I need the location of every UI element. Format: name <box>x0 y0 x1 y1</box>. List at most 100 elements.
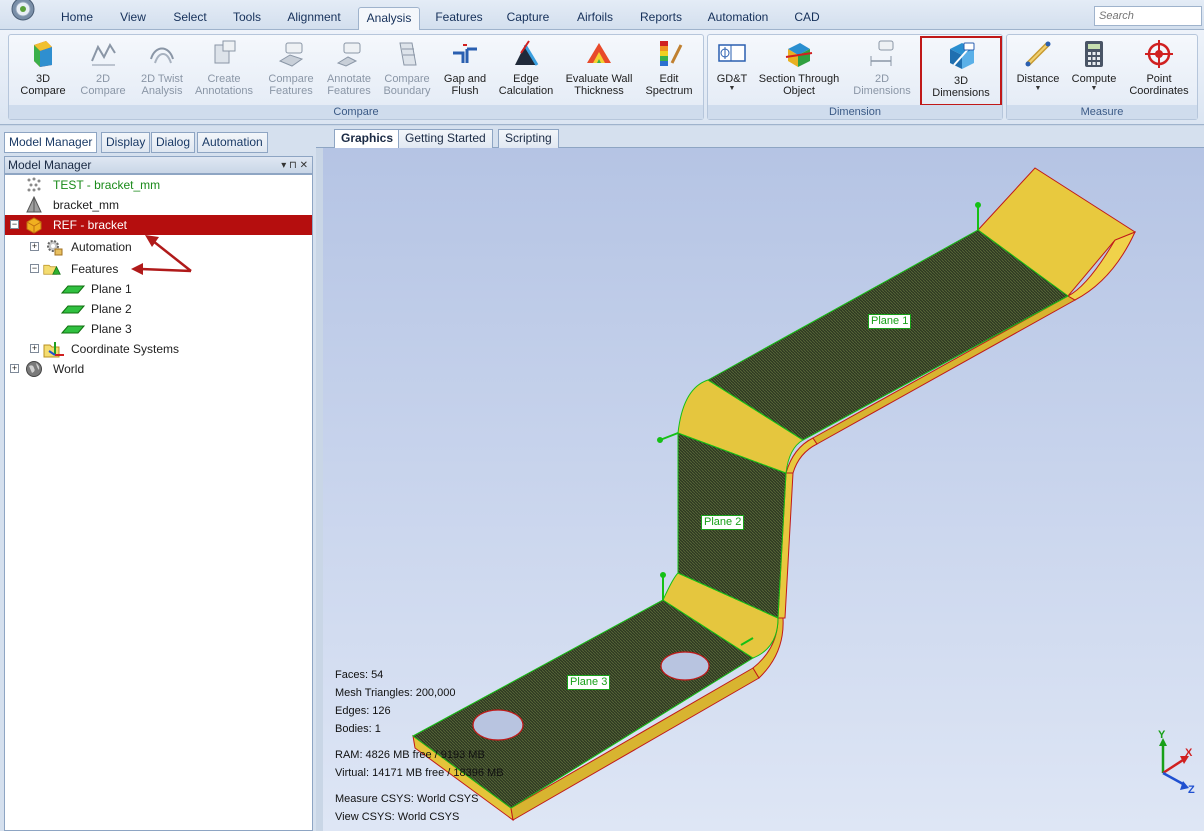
bodies-count: Bodies: 1 <box>335 723 381 735</box>
create-annotations-label: Create Annotations <box>194 73 254 97</box>
tab-view[interactable]: View <box>112 7 154 30</box>
tab-automation[interactable]: Automation <box>700 7 776 30</box>
tab-capture[interactable]: Capture <box>500 7 556 30</box>
virtual-memory-usage: Virtual: 14171 MB free / 18396 MB <box>335 767 504 779</box>
tab-graphics[interactable]: Graphics <box>334 129 401 148</box>
ribbon-tab-bar: Home View Select Tools Alignment Analysi… <box>0 0 1204 30</box>
model-statistics: Faces: 54 Mesh Triangles: 200,000 Edges:… <box>335 666 504 826</box>
plane-2-label: Plane 2 <box>701 515 745 530</box>
compare-boundary-button[interactable]: Compare Boundary <box>377 39 437 105</box>
evaluate-wall-thickness-label: Evaluate Wall Thickness <box>565 73 633 97</box>
app-menu-icon[interactable] <box>4 0 42 24</box>
tab-reports[interactable]: Reports <box>634 7 688 30</box>
tab-scripting[interactable]: Scripting <box>498 129 559 148</box>
panel-controls[interactable]: ▾ ⊓ ✕ <box>281 157 308 174</box>
tab-airfoils[interactable]: Airfoils <box>570 7 620 30</box>
mesh-triangles-count: Mesh Triangles: 200,000 <box>335 687 456 699</box>
edit-spectrum-label: Edit Spectrum <box>645 73 693 97</box>
2d-twist-button[interactable]: 2D Twist Analysis <box>131 39 193 105</box>
evaluate-wall-thickness-button[interactable]: Evaluate Wall Thickness <box>561 39 637 105</box>
annotate-features-icon <box>336 42 361 67</box>
compare-features-label: Compare Features <box>268 73 314 97</box>
edges-count: Edges: 126 <box>335 705 391 717</box>
compute-dropdown-icon[interactable]: ▼ <box>1065 85 1123 93</box>
tab-model-manager[interactable]: Model Manager <box>4 132 98 153</box>
measure-group: Distance ▼ Compute ▼ Point Coordinates M… <box>1006 34 1198 120</box>
compute-label: Compute <box>1071 73 1117 85</box>
gdt-dropdown-icon[interactable]: ▼ <box>710 85 754 93</box>
expand-icon[interactable]: + <box>10 364 19 373</box>
distance-dropdown-icon[interactable]: ▼ <box>1009 85 1067 93</box>
tab-cad[interactable]: CAD <box>788 7 826 30</box>
tab-dialog[interactable]: Dialog <box>151 132 196 153</box>
tab-tools[interactable]: Tools <box>226 7 268 30</box>
edge-calculation-button[interactable]: Edge Calculation <box>493 39 559 105</box>
gap-flush-label: Gap and Flush <box>443 73 487 97</box>
tab-automation-panel[interactable]: Automation <box>197 132 268 153</box>
compare-boundary-label: Compare Boundary <box>383 73 431 97</box>
graphics-viewport[interactable]: Plane 1 Plane 2 Plane 3 Y X Z Faces: 54 … <box>323 148 1204 831</box>
compute-button[interactable]: Compute ▼ <box>1065 39 1123 105</box>
plane-icon <box>61 305 85 314</box>
search-input[interactable] <box>1094 6 1202 26</box>
2d-dimensions-button[interactable]: 2D Dimensions <box>844 39 920 105</box>
wall-thickness-icon <box>587 43 611 63</box>
edge-calculation-icon <box>515 40 539 66</box>
expand-icon[interactable]: + <box>30 344 39 353</box>
tab-alignment[interactable]: Alignment <box>280 7 348 30</box>
annotate-features-button[interactable]: Annotate Features <box>321 39 377 105</box>
tree-item-world[interactable]: + World <box>5 359 312 379</box>
axis-y-label: Y <box>1158 729 1166 741</box>
3d-compare-button[interactable]: 3D Compare <box>11 39 75 105</box>
tree-label: World <box>53 362 85 376</box>
tab-analysis[interactable]: Analysis <box>358 7 420 30</box>
2d-compare-label: 2D Compare <box>80 73 126 97</box>
section-through-object-button[interactable]: Section Through Object <box>756 39 842 105</box>
plane-icon <box>61 325 85 334</box>
gap-flush-button[interactable]: Gap and Flush <box>437 39 493 105</box>
model-manager-title: Model Manager <box>8 158 92 172</box>
tab-display[interactable]: Display <box>101 132 151 153</box>
axis-triad <box>1159 738 1189 790</box>
tab-getting-started[interactable]: Getting Started <box>398 129 493 148</box>
create-annotations-button[interactable]: Create Annotations <box>191 39 257 105</box>
gdt-label: GD&T <box>716 73 748 85</box>
gdt-button[interactable]: GD&T ▼ <box>710 39 754 105</box>
tab-features[interactable]: Features <box>430 7 488 30</box>
tree-label: Coordinate Systems <box>71 342 180 356</box>
tree-label: Plane 2 <box>91 302 132 316</box>
2d-compare-button[interactable]: 2D Compare <box>73 39 133 105</box>
coordinate-system-icon <box>43 342 64 358</box>
point-coordinates-label: Point Coordinates <box>1129 73 1189 97</box>
tree-label: Plane 3 <box>91 322 132 336</box>
faces-count: Faces: 54 <box>335 669 384 681</box>
graphics-tab-bar: Graphics Getting Started Scripting <box>316 126 1204 148</box>
ram-usage: RAM: 4826 MB free / 9193 MB <box>335 749 485 761</box>
plane-1-face <box>707 229 1069 441</box>
compare-features-button[interactable]: Compare Features <box>261 39 321 105</box>
tab-home[interactable]: Home <box>56 7 98 30</box>
3d-compare-label: 3D Compare <box>20 73 66 97</box>
point-coordinates-button[interactable]: Point Coordinates <box>1125 39 1193 105</box>
distance-icon <box>1025 41 1051 67</box>
compare-boundary-icon <box>399 42 417 66</box>
tree-item-coordinate-systems[interactable]: + Coordinate Systems <box>5 339 312 359</box>
tree-item-plane-3[interactable]: Plane 3 <box>5 319 312 339</box>
distance-button[interactable]: Distance ▼ <box>1009 39 1067 105</box>
section-through-object-label: Section Through Object <box>758 73 840 97</box>
2d-twist-icon <box>150 47 174 64</box>
left-panel: Model Manager Display Dialog Automation … <box>0 126 316 831</box>
measure-group-label: Measure <box>1007 105 1197 119</box>
edit-spectrum-button[interactable]: Edit Spectrum <box>639 39 699 105</box>
2d-dimensions-icon <box>870 40 894 66</box>
annotation-arrows <box>131 235 192 275</box>
tree-item-plane-2[interactable]: Plane 2 <box>5 299 312 319</box>
3d-dimensions-button[interactable]: 3D Dimensions <box>920 36 1002 106</box>
edit-spectrum-icon <box>660 41 683 66</box>
measure-csys: Measure CSYS: World CSYS <box>335 793 479 805</box>
gdt-icon <box>718 44 746 62</box>
plane-1-label: Plane 1 <box>868 314 912 329</box>
model-manager-header: Model Manager ▾ ⊓ ✕ <box>4 156 313 174</box>
axis-z-label: Z <box>1188 784 1195 796</box>
tab-select[interactable]: Select <box>166 7 214 30</box>
